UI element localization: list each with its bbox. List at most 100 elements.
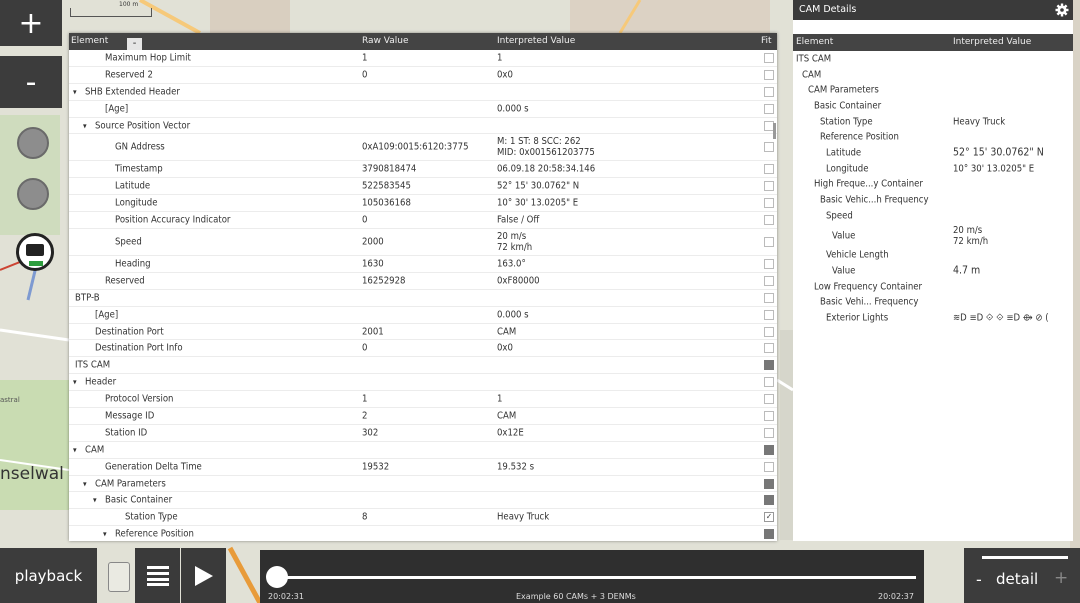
table-row[interactable]: ▾ SHB Extended Header (69, 84, 777, 101)
table-row[interactable]: ▾ Basic Container (69, 492, 777, 510)
table-row[interactable]: Maximum Hop Limit 1 1 (69, 50, 777, 67)
cam-detail-row[interactable]: Value 20 m/s 72 km/h (793, 224, 1073, 248)
fit-checkbox[interactable] (764, 461, 774, 472)
table-row[interactable]: ▾BTP-B (69, 290, 777, 307)
fit-checkbox[interactable] (764, 427, 774, 438)
cam-detail-row[interactable]: Speed (793, 208, 1073, 224)
timeline[interactable]: 20:02:31 Example 60 CAMs + 3 DENMs 20:02… (260, 550, 924, 603)
fit-checkbox[interactable] (764, 198, 774, 209)
table-row[interactable]: Destination Port Info 0 0x0 (69, 340, 777, 358)
vehicle-marker-icon[interactable] (16, 233, 54, 271)
drag-handle-icon[interactable] (108, 562, 130, 592)
table-row[interactable]: Station Type 8 Heavy Truck ✓ (69, 509, 777, 527)
fit-checkbox[interactable] (764, 181, 774, 192)
fit-checkbox[interactable] (764, 275, 774, 286)
map-layer-button-2[interactable] (17, 178, 49, 210)
fit-checkbox[interactable] (764, 237, 774, 248)
detail-plus-button[interactable]: + (1054, 568, 1068, 588)
table-row[interactable]: ▾ Header (69, 374, 777, 392)
zoom-in-button[interactable]: + (0, 0, 62, 46)
table-row[interactable]: Reserved 16252928 0xF80000 (69, 273, 777, 290)
fit-checkbox[interactable] (764, 258, 774, 269)
fit-checkbox[interactable] (764, 444, 774, 455)
table-row[interactable]: Position Accuracy Indicator 0 False / Off (69, 212, 777, 230)
cam-detail-row[interactable]: Basic Vehi... Frequency (793, 295, 1073, 311)
zoom-out-button[interactable]: - (0, 56, 62, 108)
cam-detail-row[interactable]: Low Frequency Container (793, 279, 1073, 295)
table-row[interactable]: ▾ CAM Parameters (69, 476, 777, 493)
fit-checkbox[interactable] (764, 478, 774, 489)
cam-detail-row[interactable]: Basic Container (793, 98, 1073, 114)
fit-checkbox[interactable] (764, 394, 774, 405)
fit-checkbox[interactable] (764, 529, 774, 540)
table-row[interactable]: ▾ITS CAM (69, 357, 777, 375)
table-row[interactable]: Speed 2000 20 m/s 72 km/h (69, 229, 777, 257)
timeline-scrubber[interactable] (266, 566, 288, 588)
fit-checkbox[interactable] (764, 103, 774, 114)
expand-toggle-icon[interactable]: ▾ (83, 120, 87, 131)
cam-detail-row[interactable]: High Freque...y Container (793, 177, 1073, 193)
timeline-track[interactable] (278, 576, 916, 579)
cam-detail-row[interactable]: Value 4.7 m (793, 263, 1073, 279)
expand-toggle-icon[interactable]: ▾ (73, 444, 77, 455)
table-row[interactable]: ▾ Reference Position (69, 526, 777, 541)
table-row[interactable]: Latitude 522583545 52° 15' 30.0762" N (69, 178, 777, 196)
expand-toggle-icon[interactable]: ▾ (93, 495, 97, 506)
fit-checkbox[interactable] (764, 377, 774, 388)
table-scrollbar[interactable] (773, 123, 776, 139)
fit-checkbox[interactable] (764, 309, 774, 320)
cam-detail-row[interactable]: Vehicle Length (793, 248, 1073, 264)
list-button[interactable] (135, 548, 180, 603)
fit-checkbox[interactable] (764, 343, 774, 354)
expand-toggle-icon[interactable]: ▾ (83, 478, 87, 489)
table-row[interactable]: Protocol Version 1 1 (69, 391, 777, 409)
cam-detail-row[interactable]: ITS CAM (793, 51, 1073, 67)
table-row[interactable]: Longitude 105036168 10° 30' 13.0205" E (69, 195, 777, 213)
interpreted-value-line: 0x0 (497, 69, 513, 81)
map-layer-button[interactable] (17, 127, 49, 159)
fit-checkbox[interactable] (764, 326, 774, 337)
table-row[interactable]: Station ID 302 0x12E (69, 425, 777, 442)
fit-checkbox[interactable] (764, 495, 774, 506)
expand-toggle-icon[interactable]: ▾ (103, 529, 107, 540)
detail-minus-button[interactable]: - (976, 570, 982, 589)
fit-checkbox[interactable] (764, 360, 774, 371)
expand-toggle-icon[interactable]: ▾ (73, 86, 77, 97)
element-name: Basic Container (105, 494, 173, 506)
table-row[interactable]: [Age] 0.000 s (69, 307, 777, 324)
table-row[interactable]: Message ID 2 CAM (69, 408, 777, 425)
cam-detail-row[interactable]: Exterior Lights ≋D ≡D ⟐ ⟐ ≡D ⟴ ⊘ ( (793, 310, 1073, 326)
detail-label[interactable]: detail (996, 570, 1038, 588)
fit-checkbox[interactable] (764, 86, 774, 97)
fit-checkbox[interactable] (764, 52, 774, 63)
cam-detail-row[interactable]: Longitude 10° 30' 13.0205" E (793, 161, 1073, 177)
cam-detail-row[interactable]: Reference Position (793, 129, 1073, 145)
fit-checkbox[interactable] (764, 410, 774, 421)
table-row[interactable]: GN Address 0xA109:0015:6120:3775 M: 1 ST: … (69, 134, 777, 162)
table-row[interactable]: Reserved 2 0 0x0 (69, 67, 777, 84)
playback-button[interactable]: playback (0, 548, 97, 603)
table-row[interactable]: ▾ CAM (69, 442, 777, 459)
cam-detail-row[interactable]: Basic Vehic...h Frequency (793, 192, 1073, 208)
fit-checkbox[interactable] (764, 292, 774, 303)
cam-detail-row[interactable]: CAM Parameters (793, 82, 1073, 98)
table-row[interactable]: Timestamp 3790818474 06.09.18 20:58:34.146 (69, 161, 777, 179)
play-button[interactable] (181, 548, 226, 603)
fit-checkbox[interactable]: ✓ (764, 512, 774, 523)
collapse-all-button[interactable]: - (127, 38, 142, 50)
expand-toggle-icon[interactable]: ▾ (73, 377, 77, 388)
detail-handle-icon[interactable] (982, 556, 1068, 562)
fit-checkbox[interactable] (764, 164, 774, 175)
table-row[interactable]: [Age] 0.000 s (69, 101, 777, 118)
fit-checkbox[interactable] (764, 142, 774, 153)
table-row[interactable]: Generation Delta Time 19532 19.532 s (69, 459, 777, 476)
fit-checkbox[interactable] (764, 69, 774, 80)
cam-detail-row[interactable]: Latitude 52° 15' 30.0762" N (793, 145, 1073, 161)
table-row[interactable]: Destination Port 2001 CAM (69, 324, 777, 341)
gear-icon[interactable] (1055, 3, 1069, 17)
cam-detail-row[interactable]: CAM (793, 67, 1073, 83)
table-row[interactable]: Heading 1630 163.0° (69, 256, 777, 273)
cam-detail-row[interactable]: Station Type Heavy Truck (793, 114, 1073, 130)
fit-checkbox[interactable] (764, 215, 774, 226)
table-row[interactable]: ▾ Source Position Vector (69, 118, 777, 135)
